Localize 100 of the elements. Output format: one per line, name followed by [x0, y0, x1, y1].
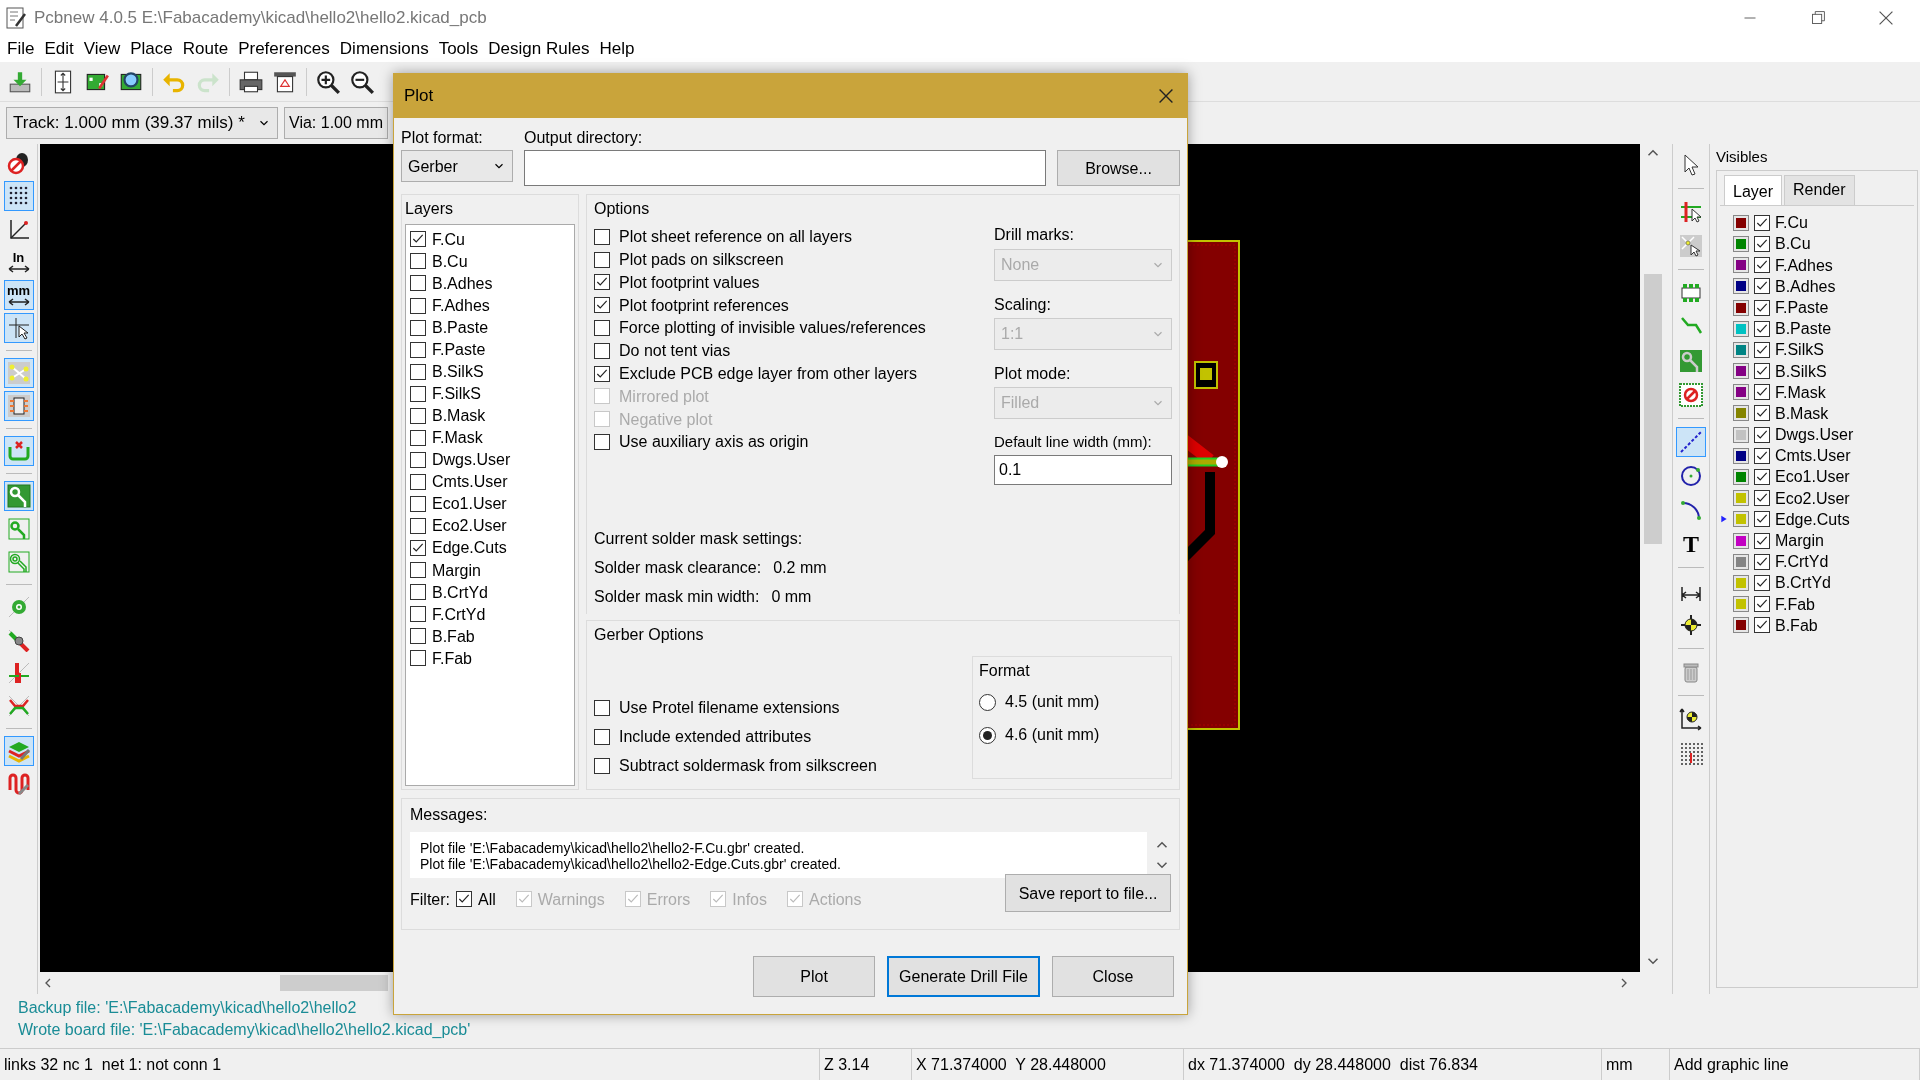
menu-item[interactable]: Edit	[39, 38, 79, 60]
checkbox[interactable]	[594, 699, 610, 716]
color-swatch[interactable]	[1733, 511, 1749, 528]
color-swatch[interactable]	[1733, 469, 1749, 486]
checkbox[interactable]	[1754, 405, 1770, 422]
track-width-dropdown[interactable]: Track: 1.000 mm (39.37 mils) *	[6, 107, 278, 139]
tab[interactable]: Render	[1784, 175, 1855, 206]
color-swatch[interactable]	[1733, 405, 1749, 422]
checkbox[interactable]	[594, 251, 610, 268]
keepout-icon[interactable]	[1676, 380, 1706, 410]
color-swatch[interactable]	[1733, 617, 1749, 634]
checkbox[interactable]	[594, 319, 610, 336]
menu-item[interactable]: Dimensions	[334, 38, 434, 60]
checkbox[interactable]	[1754, 214, 1770, 231]
checkbox[interactable]	[1754, 341, 1770, 358]
checkbox[interactable]	[1754, 320, 1770, 337]
plot-format-dropdown[interactable]: Gerber	[401, 150, 513, 183]
color-swatch[interactable]	[1733, 490, 1749, 507]
checkbox[interactable]	[594, 433, 610, 450]
browse-button[interactable]: Browse...	[1057, 150, 1180, 187]
via-size-dropdown[interactable]: Via: 1.00 mm	[284, 107, 388, 139]
checkbox[interactable]	[410, 297, 426, 314]
checkbox[interactable]	[594, 228, 610, 245]
checkbox[interactable]	[410, 407, 426, 424]
crosshair-cursor-icon[interactable]	[3, 313, 34, 343]
menu-item[interactable]: Design Rules	[483, 38, 595, 60]
dialog-button[interactable]: Plot	[753, 956, 876, 998]
checkbox[interactable]	[594, 365, 610, 382]
checkbox[interactable]	[1754, 511, 1770, 528]
checkbox[interactable]	[1754, 235, 1770, 252]
checkbox[interactable]	[594, 728, 610, 745]
color-swatch[interactable]	[1733, 553, 1749, 570]
tab[interactable]: Layer	[1724, 175, 1783, 206]
color-swatch[interactable]	[1733, 257, 1749, 274]
radio-button[interactable]	[979, 693, 996, 711]
checkbox[interactable]	[1754, 447, 1770, 464]
menu-item[interactable]: Route	[177, 38, 234, 60]
filled-zone-pad-icon[interactable]	[3, 481, 34, 511]
checkbox[interactable]	[410, 628, 426, 645]
color-swatch[interactable]	[1733, 235, 1749, 252]
checkbox[interactable]	[1754, 469, 1770, 486]
checkbox[interactable]	[410, 584, 426, 601]
checkbox[interactable]	[410, 606, 426, 623]
color-swatch[interactable]	[1733, 574, 1749, 591]
checkbox[interactable]	[410, 363, 426, 380]
grid-icon[interactable]	[3, 181, 34, 211]
checkbox[interactable]	[1754, 384, 1770, 401]
checkbox[interactable]	[1754, 532, 1770, 549]
output-directory-field[interactable]	[524, 150, 1046, 187]
checkbox[interactable]	[410, 562, 426, 579]
checkbox[interactable]	[1754, 574, 1770, 591]
checkbox[interactable]	[1754, 299, 1770, 316]
color-swatch[interactable]	[1733, 426, 1749, 443]
menu-item[interactable]: View	[78, 38, 126, 60]
checkbox[interactable]	[1754, 363, 1770, 380]
color-swatch[interactable]	[1733, 214, 1749, 231]
checkbox[interactable]	[1754, 257, 1770, 274]
color-swatch[interactable]	[1733, 596, 1749, 613]
menu-item[interactable]: Place	[125, 38, 178, 60]
checkbox[interactable]	[594, 757, 610, 774]
checkbox[interactable]	[410, 231, 426, 248]
checkbox[interactable]	[410, 540, 426, 557]
checkbox[interactable]	[1754, 490, 1770, 507]
scrollbar-thumb[interactable]	[1644, 274, 1662, 544]
checkbox[interactable]	[1754, 426, 1770, 443]
color-swatch[interactable]	[1733, 363, 1749, 380]
dialog-button[interactable]: Generate Drill File	[887, 956, 1040, 998]
checkbox[interactable]	[410, 319, 426, 336]
color-swatch[interactable]	[1733, 384, 1749, 401]
menu-item[interactable]: Help	[594, 38, 640, 60]
checkbox[interactable]	[410, 253, 426, 270]
checkbox[interactable]	[1754, 553, 1770, 570]
u-track-cross-icon[interactable]	[3, 436, 34, 466]
color-swatch[interactable]	[1733, 341, 1749, 358]
text-tool-button[interactable]: T	[1676, 529, 1706, 559]
scrollbar-thumb[interactable]	[280, 975, 388, 991]
checkbox[interactable]	[1754, 596, 1770, 613]
color-swatch[interactable]	[1733, 320, 1749, 337]
checkbox[interactable]	[410, 275, 426, 292]
checkbox[interactable]	[456, 891, 472, 908]
checkbox[interactable]	[594, 342, 610, 359]
checkbox[interactable]	[410, 385, 426, 402]
checkbox[interactable]	[410, 650, 426, 667]
checkbox[interactable]	[410, 429, 426, 446]
units-toggle-button[interactable]: mm	[3, 280, 34, 310]
radio-button[interactable]	[979, 726, 996, 744]
checkbox[interactable]	[410, 495, 426, 512]
dialog-button[interactable]: Close	[1052, 956, 1174, 998]
checkbox[interactable]	[410, 518, 426, 534]
menu-item[interactable]: Preferences	[233, 38, 335, 60]
units-toggle-button[interactable]: In	[3, 247, 34, 277]
layers-wrench-icon[interactable]	[3, 736, 34, 766]
checkbox[interactable]	[594, 297, 610, 314]
checkbox[interactable]	[410, 451, 426, 468]
checkbox[interactable]	[1754, 617, 1770, 634]
menu-item[interactable]: File	[2, 38, 40, 60]
checkbox[interactable]	[410, 473, 426, 490]
line-width-field[interactable]: 0.1	[994, 454, 1172, 485]
checkbox[interactable]	[594, 274, 610, 291]
ratsnest-icon[interactable]	[3, 358, 34, 388]
